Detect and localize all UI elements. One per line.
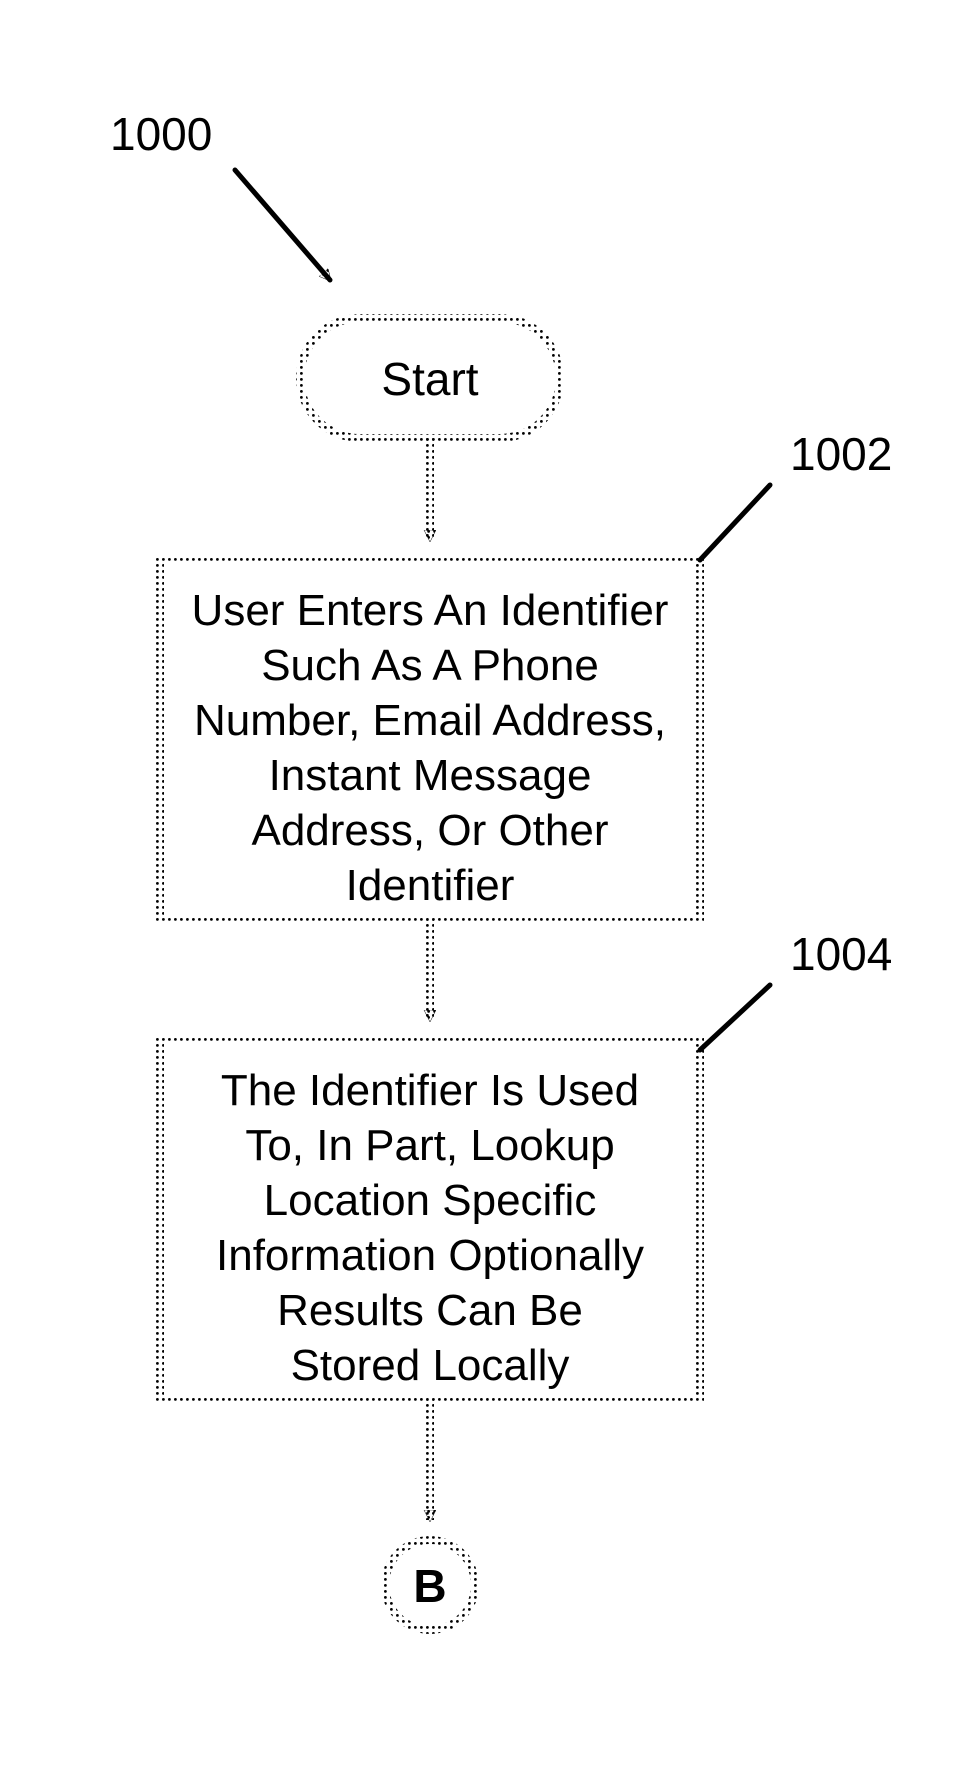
- step-1004-line3: Location Specific: [264, 1176, 597, 1225]
- step-1004-line6: Stored Locally: [291, 1341, 570, 1390]
- ref-label-1002: 1002: [790, 428, 892, 480]
- ref-label-1000: 1000: [110, 108, 212, 160]
- step-1004-line5: Results Can Be: [277, 1286, 583, 1335]
- step-1002-line2: Such As A Phone: [261, 641, 599, 690]
- step-1002-line3: Number, Email Address,: [194, 696, 666, 745]
- step-1002-line1: User Enters An Identifier: [192, 586, 669, 635]
- ref-label-1004: 1004: [790, 928, 892, 980]
- step-1002-line6: Identifier: [346, 861, 515, 910]
- step-1004-line1: The Identifier Is Used: [221, 1066, 639, 1115]
- flowchart-diagram: 1000 Start 1002 User Enters An Identifie…: [0, 0, 969, 1777]
- step-1002-line4: Instant Message: [269, 751, 592, 800]
- ref-leader-1004: [700, 985, 770, 1050]
- step-1004-line4: Information Optionally: [216, 1231, 644, 1280]
- ref-leader-1002: [700, 485, 770, 560]
- step-1002: User Enters An Identifier Such As A Phon…: [160, 560, 700, 920]
- connector-b-label: B: [413, 1560, 446, 1612]
- step-1002-line5: Address, Or Other: [251, 806, 608, 855]
- connector-b: B: [385, 1540, 475, 1630]
- step-1004-line2: To, In Part, Lookup: [245, 1121, 614, 1170]
- start-label: Start: [381, 353, 478, 405]
- ref-arrow-1000: [235, 170, 330, 280]
- step-1004: The Identifier Is Used To, In Part, Look…: [160, 1040, 700, 1400]
- start-node: Start: [300, 318, 560, 438]
